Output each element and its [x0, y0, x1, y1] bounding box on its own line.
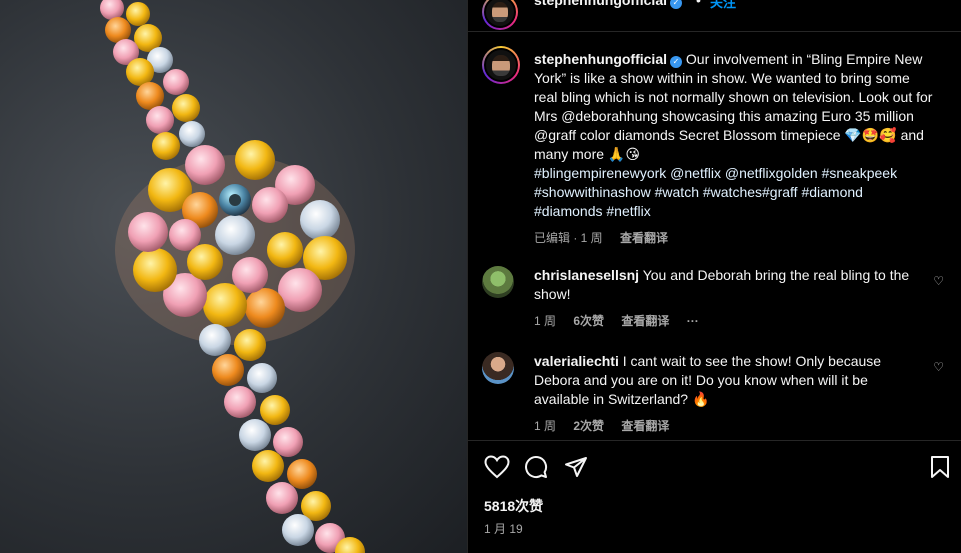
save-bookmark-icon[interactable] [930, 455, 950, 479]
bracelet-illustration [100, 0, 365, 553]
caption-avatar[interactable] [482, 46, 520, 84]
comment-translate-link[interactable]: 查看翻译 [621, 419, 669, 433]
comment-like-heart-icon[interactable]: ♡ [933, 360, 944, 374]
caption-username[interactable]: stephenhungofficial [534, 51, 667, 67]
comment-meta: 1 周 2次赞 查看翻译 [534, 417, 914, 436]
strap-upper [100, 0, 205, 160]
verified-badge-icon: ✓ [670, 0, 682, 9]
likes-count[interactable]: 5818次赞 [484, 496, 543, 516]
comment-username[interactable]: valerialiechti [534, 353, 619, 369]
comment-time: 1 周 [534, 419, 557, 433]
separator-dot: • [696, 0, 701, 8]
comment-likes[interactable]: 2次赞 [573, 419, 604, 433]
follow-button[interactable]: 关注 [710, 0, 736, 11]
comment-more-icon[interactable]: ··· [687, 314, 699, 328]
caption-hashtags[interactable]: #blingempirenewyork @netflix @netflixgol… [534, 164, 934, 221]
share-paper-plane-icon[interactable] [564, 455, 588, 479]
header-username[interactable]: stephenhungofficial ✓ [534, 0, 682, 9]
edited-time: 已编辑 · 1 周 [534, 231, 603, 245]
comment-time: 1 周 [534, 314, 557, 328]
comment-bubble-icon[interactable] [524, 455, 548, 479]
comment-translate-link[interactable]: 查看翻译 [621, 314, 669, 328]
caption-text: Our involvement in “Bling Empire New Yor… [534, 51, 933, 162]
like-heart-icon[interactable] [484, 455, 510, 479]
post-image[interactable] [0, 0, 467, 553]
comment-avatar[interactable] [482, 266, 514, 298]
comment-like-heart-icon[interactable]: ♡ [933, 274, 944, 288]
avatar[interactable] [482, 0, 518, 30]
verified-badge-icon: ✓ [670, 56, 682, 68]
watch-flower [115, 140, 355, 345]
comment-avatar[interactable] [482, 352, 514, 384]
translate-link[interactable]: 查看翻译 [620, 231, 668, 245]
post-header: stephenhungofficial✓ • 关注 ··· [468, 0, 961, 32]
action-bar: 5818次赞 1 月 19 [468, 440, 961, 553]
caption-meta: 已编辑 · 1 周 查看翻译 [534, 229, 934, 248]
post-date: 1 月 19 [484, 522, 523, 536]
comment-meta: 1 周 6次赞 查看翻译 ··· [534, 312, 914, 331]
comment-likes[interactable]: 6次赞 [573, 314, 604, 328]
comment-username[interactable]: chrislanesellsnj [534, 267, 639, 283]
strap-lower [199, 324, 365, 553]
post-panel: stephenhungofficial✓ • 关注 ··· stephenhun… [467, 0, 961, 553]
more-options-icon[interactable]: ··· [927, 0, 948, 9]
